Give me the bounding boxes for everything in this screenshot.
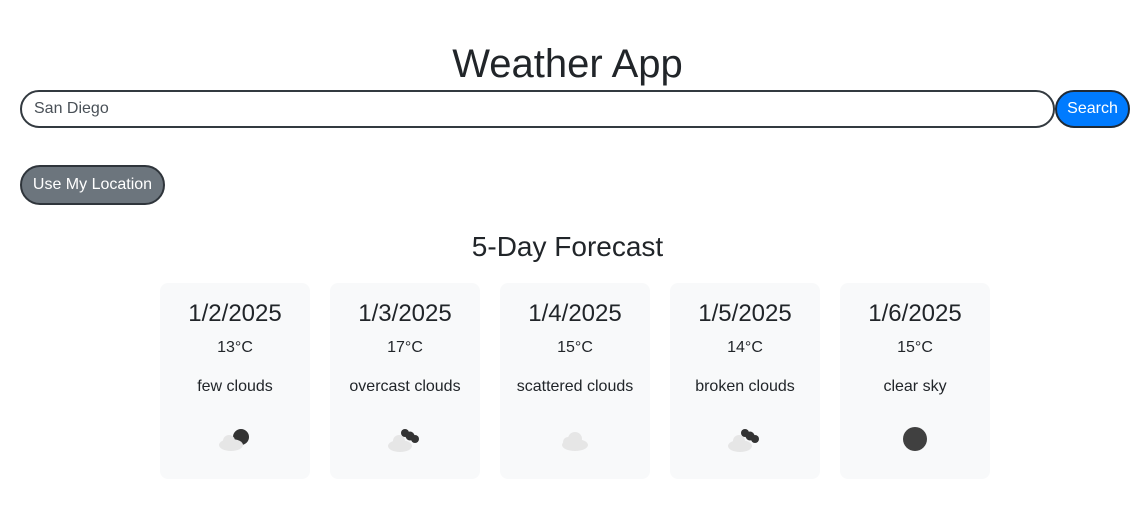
forecast-description: scattered clouds bbox=[516, 378, 634, 395]
forecast-date: 1/2/2025 bbox=[188, 300, 282, 327]
forecast-description: overcast clouds bbox=[349, 378, 461, 395]
search-bar: Search bbox=[20, 90, 1130, 128]
forecast-description: few clouds bbox=[197, 378, 273, 395]
forecast-temperature: 15°C bbox=[897, 339, 933, 356]
page-title: Weather App bbox=[452, 42, 683, 86]
forecast-date: 1/6/2025 bbox=[868, 300, 962, 327]
use-my-location-button[interactable]: Use My Location bbox=[20, 165, 165, 205]
forecast-date: 1/5/2025 bbox=[698, 300, 792, 327]
forecast-cards: 1/2/2025 13°C few clouds 1/3/2025 17°C o… bbox=[160, 283, 990, 479]
forecast-date: 1/3/2025 bbox=[358, 300, 452, 327]
forecast-temperature: 15°C bbox=[557, 339, 593, 356]
forecast-card: 1/2/2025 13°C few clouds bbox=[160, 283, 310, 479]
forecast-description: clear sky bbox=[883, 378, 947, 395]
city-search-input[interactable] bbox=[20, 90, 1055, 128]
forecast-card: 1/3/2025 17°C overcast clouds bbox=[330, 283, 480, 479]
forecast-date: 1/4/2025 bbox=[528, 300, 622, 327]
forecast-temperature: 13°C bbox=[217, 339, 253, 356]
overcast-clouds-icon bbox=[388, 429, 419, 452]
forecast-heading: 5-Day Forecast bbox=[471, 231, 664, 262]
search-button[interactable]: Search bbox=[1055, 90, 1130, 128]
forecast-temperature: 17°C bbox=[387, 339, 423, 356]
clear-sky-icon bbox=[903, 427, 927, 451]
forecast-temperature: 14°C bbox=[727, 339, 763, 356]
broken-clouds-icon bbox=[728, 429, 759, 452]
forecast-description: broken clouds bbox=[695, 378, 795, 395]
forecast-card: 1/5/2025 14°C broken clouds bbox=[670, 283, 820, 479]
scattered-clouds-icon bbox=[562, 432, 588, 451]
forecast-card: 1/6/2025 15°C clear sky bbox=[840, 283, 990, 479]
few-clouds-icon bbox=[219, 429, 249, 451]
forecast-card: 1/4/2025 15°C scattered clouds bbox=[500, 283, 650, 479]
weather-app: Weather App Search Use My Location 5-Day… bbox=[0, 0, 1135, 522]
